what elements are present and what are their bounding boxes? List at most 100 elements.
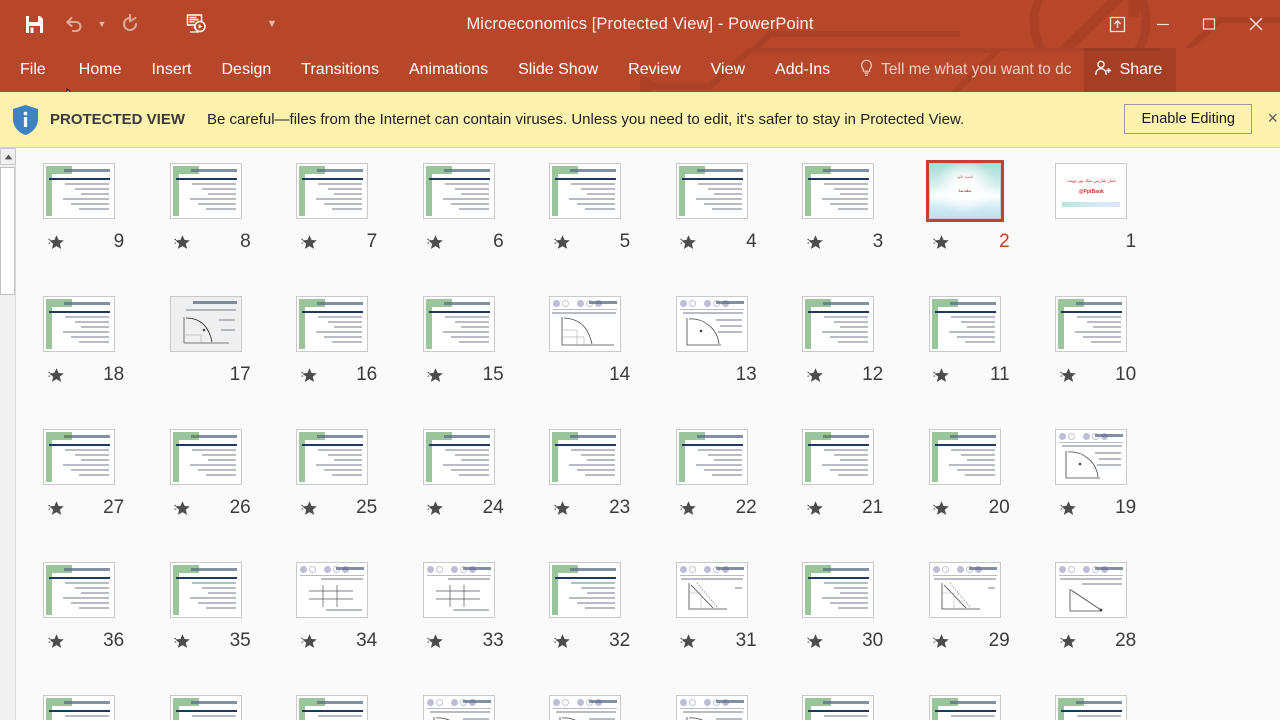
- slide-preview[interactable]: [169, 429, 242, 485]
- slide-thumbnail-frame[interactable]: عمل شارمي متك بور بوينت @PptBank: [1052, 160, 1130, 222]
- slide-thumbnail-18[interactable]: 18: [16, 293, 143, 426]
- slide-sorter-grid[interactable]: 9 8 7 6 5 4 3 الفصل الأول مقدمة 2 عمل شا…: [16, 148, 1280, 720]
- slide-star-icon[interactable]: [920, 500, 964, 517]
- tab-file[interactable]: File: [0, 48, 64, 92]
- slide-preview[interactable]: [296, 163, 369, 219]
- slide-preview[interactable]: [1055, 562, 1128, 618]
- slide-preview[interactable]: [422, 562, 495, 618]
- slide-thumbnail-7[interactable]: 7: [269, 160, 396, 293]
- tab-transitions[interactable]: Transitions: [286, 48, 394, 92]
- slide-preview[interactable]: الفصل الأول مقدمة: [928, 163, 1001, 219]
- tab-view[interactable]: View: [696, 48, 760, 92]
- slide-preview[interactable]: [43, 562, 116, 618]
- slide-thumbnail-frame[interactable]: [1052, 559, 1130, 621]
- slide-preview[interactable]: [1055, 695, 1128, 720]
- slide-preview[interactable]: [43, 163, 116, 219]
- slide-thumbnail-frame[interactable]: [673, 559, 751, 621]
- undo-dropdown-icon[interactable]: ▼: [94, 4, 110, 44]
- slide-thumbnail-27[interactable]: 27: [16, 426, 143, 559]
- slide-preview[interactable]: [675, 695, 748, 720]
- customize-quick-access-toolbar-icon[interactable]: ▼: [264, 4, 280, 44]
- slide-preview[interactable]: [422, 163, 495, 219]
- slide-thumbnail-frame[interactable]: [420, 160, 498, 222]
- slide-star-icon[interactable]: [414, 500, 458, 517]
- slide-thumbnail-frame[interactable]: [167, 692, 245, 720]
- slide-thumbnail-frame[interactable]: [167, 426, 245, 488]
- slide-star-icon[interactable]: [793, 367, 837, 384]
- tab-add-ins[interactable]: Add-Ins: [760, 48, 845, 92]
- slide-thumbnail-frame[interactable]: [926, 426, 1004, 488]
- slide-thumbnail-34[interactable]: 34: [269, 559, 396, 692]
- slide-star-icon[interactable]: [667, 633, 711, 650]
- slide-thumbnail-5[interactable]: 5: [522, 160, 649, 293]
- slide-thumbnail-14[interactable]: 14: [522, 293, 649, 426]
- slide-thumbnail-41[interactable]: 41: [522, 692, 649, 720]
- slide-thumbnail-36[interactable]: 36: [16, 559, 143, 692]
- slide-thumbnail-frame[interactable]: [420, 426, 498, 488]
- slide-star-icon[interactable]: [34, 234, 78, 251]
- slide-preview[interactable]: [296, 562, 369, 618]
- slide-star-icon[interactable]: [414, 633, 458, 650]
- slide-preview[interactable]: [549, 429, 622, 485]
- slide-preview[interactable]: [549, 296, 622, 352]
- slide-thumbnail-frame[interactable]: [546, 160, 624, 222]
- slide-preview[interactable]: عمل شارمي متك بور بوينت @PptBank: [1055, 163, 1128, 219]
- restore-icon[interactable]: [1186, 0, 1232, 48]
- slide-thumbnail-32[interactable]: 32: [522, 559, 649, 692]
- slide-thumbnail-frame[interactable]: [1052, 293, 1130, 355]
- slide-thumbnail-frame[interactable]: الفصل الأول مقدمة: [925, 160, 1004, 222]
- slide-preview[interactable]: [43, 429, 116, 485]
- slide-thumbnail-12[interactable]: 12: [775, 293, 902, 426]
- slide-star-icon[interactable]: [793, 633, 837, 650]
- tab-review[interactable]: Review: [613, 48, 695, 92]
- slide-preview[interactable]: [296, 695, 369, 720]
- slide-thumbnail-frame[interactable]: [673, 160, 751, 222]
- slide-thumbnail-frame[interactable]: [926, 293, 1004, 355]
- slide-preview[interactable]: [1055, 296, 1128, 352]
- share-button[interactable]: Share: [1083, 48, 1177, 92]
- slide-preview[interactable]: [928, 695, 1001, 720]
- slide-thumbnail-frame[interactable]: [1052, 426, 1130, 488]
- slide-preview[interactable]: [1055, 429, 1128, 485]
- slide-preview[interactable]: [169, 296, 242, 352]
- slide-thumbnail-frame[interactable]: [420, 293, 498, 355]
- slide-star-icon[interactable]: [161, 500, 205, 517]
- slide-thumbnail-frame[interactable]: [167, 559, 245, 621]
- slide-star-icon[interactable]: [287, 367, 331, 384]
- slide-thumbnail-30[interactable]: 30: [775, 559, 902, 692]
- slide-thumbnail-15[interactable]: 15: [396, 293, 523, 426]
- slide-thumbnail-frame[interactable]: [546, 426, 624, 488]
- slide-thumbnail-16[interactable]: 16: [269, 293, 396, 426]
- slide-thumbnail-frame[interactable]: [40, 692, 118, 720]
- slide-thumbnail-10[interactable]: 10: [1028, 293, 1155, 426]
- slide-preview[interactable]: [43, 695, 116, 720]
- slide-star-icon[interactable]: [414, 234, 458, 251]
- slide-thumbnail-42[interactable]: 42: [396, 692, 523, 720]
- scroll-up-arrow-icon[interactable]: [0, 148, 16, 165]
- slide-thumbnail-9[interactable]: 9: [16, 160, 143, 293]
- slide-thumbnail-frame[interactable]: [546, 293, 624, 355]
- slide-thumbnail-11[interactable]: 11: [902, 293, 1029, 426]
- slide-thumbnail-frame[interactable]: [40, 160, 118, 222]
- slide-thumbnail-frame[interactable]: [293, 293, 371, 355]
- slide-thumbnail-23[interactable]: 23: [522, 426, 649, 559]
- slide-thumbnail-frame[interactable]: [926, 559, 1004, 621]
- slide-preview[interactable]: [43, 296, 116, 352]
- slide-thumbnail-frame[interactable]: [40, 559, 118, 621]
- slide-thumbnail-35[interactable]: 35: [143, 559, 270, 692]
- slide-thumbnail-40[interactable]: 40: [649, 692, 776, 720]
- slide-thumbnail-38[interactable]: 38: [902, 692, 1029, 720]
- slide-star-icon[interactable]: [793, 500, 837, 517]
- slide-preview[interactable]: [169, 163, 242, 219]
- ribbon-tab-bar[interactable]: File Home Insert Design Transitions Anim…: [0, 48, 1280, 92]
- slide-thumbnail-frame[interactable]: [167, 160, 245, 222]
- close-banner-icon[interactable]: ×: [1267, 108, 1278, 129]
- slide-star-icon[interactable]: [287, 234, 331, 251]
- slide-thumbnail-frame[interactable]: [799, 426, 877, 488]
- tab-slide-show[interactable]: Slide Show: [503, 48, 613, 92]
- slide-thumbnail-frame[interactable]: [546, 692, 624, 720]
- scrollbar-thumb[interactable]: [0, 167, 15, 295]
- minimize-icon[interactable]: [1140, 0, 1186, 48]
- slide-preview[interactable]: [422, 429, 495, 485]
- slide-thumbnail-13[interactable]: 13: [649, 293, 776, 426]
